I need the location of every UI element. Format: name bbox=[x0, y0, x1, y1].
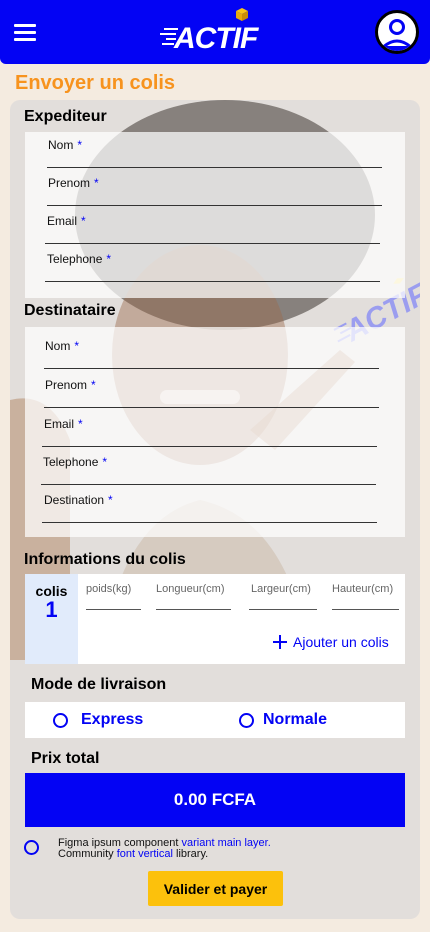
radio-unchecked-icon bbox=[239, 712, 254, 728]
destinataire-prenom-field[interactable]: Prenom * bbox=[45, 376, 96, 394]
total-price-display: 0.00 FCFA bbox=[25, 773, 405, 827]
expediteur-telephone-field[interactable]: Telephone * bbox=[47, 250, 111, 268]
field-label: Nom * bbox=[48, 138, 83, 152]
terms-link-2[interactable]: font vertical bbox=[117, 848, 173, 860]
expediteur-telephone-underline bbox=[45, 281, 380, 282]
field-label: Destination * bbox=[44, 493, 113, 507]
field-label: Prenom * bbox=[48, 176, 99, 190]
total-price-value: 0.00 FCFA bbox=[173, 790, 257, 809]
price-section-title: Prix total bbox=[31, 750, 100, 767]
longueur-field[interactable]: Longueur(cm) bbox=[156, 579, 224, 597]
destinataire-panel: Nom * Prenom * Email * Telephone * Destinati… bbox=[25, 327, 405, 537]
user-avatar-icon bbox=[382, 19, 412, 51]
expediteur-email-field[interactable]: Email * bbox=[47, 212, 86, 230]
terms-text: Figma ipsum component variant main layer… bbox=[58, 837, 271, 860]
colis-counter: colis 1 bbox=[25, 574, 78, 664]
delivery-section-title: Mode de livraison bbox=[31, 676, 167, 693]
hamburger-menu-icon[interactable] bbox=[14, 24, 36, 42]
expediteur-section-title: Expediteur bbox=[24, 108, 107, 125]
expediteur-nom-underline bbox=[47, 167, 382, 168]
plus-icon bbox=[273, 635, 287, 649]
delivery-option-normale[interactable]: Normale bbox=[239, 711, 327, 729]
app-header: ACTIF bbox=[0, 0, 430, 64]
expediteur-nom-field[interactable]: Nom * bbox=[48, 136, 82, 154]
destinataire-section-title: Destinataire bbox=[24, 302, 116, 319]
destinataire-telephone-field[interactable]: Telephone * bbox=[43, 453, 107, 471]
poids-field[interactable]: poids(kg) bbox=[86, 579, 131, 597]
colis-panel: colis 1 poids(kg) Longueur(cm) Largeur(c… bbox=[25, 574, 405, 664]
expediteur-prenom-underline bbox=[47, 205, 382, 206]
field-label: Prenom * bbox=[45, 378, 96, 392]
destinataire-email-underline bbox=[42, 446, 377, 447]
delivery-option-express[interactable]: Express bbox=[53, 711, 143, 729]
destinataire-telephone-underline bbox=[41, 484, 376, 485]
destinataire-nom-underline bbox=[44, 368, 379, 369]
destinataire-destination-underline bbox=[42, 522, 377, 523]
field-label: Email * bbox=[44, 417, 83, 431]
radio-unchecked-icon bbox=[53, 712, 68, 728]
expediteur-panel: Nom * Prenom * Email * Telephone * bbox=[25, 132, 405, 298]
delivery-mode-panel: Express Normale bbox=[25, 702, 405, 738]
hauteur-field[interactable]: Hauteur(cm) bbox=[332, 579, 393, 597]
terms-radio[interactable] bbox=[24, 840, 39, 855]
field-label: Telephone * bbox=[47, 252, 112, 266]
expediteur-prenom-field[interactable]: Prenom * bbox=[48, 174, 99, 192]
field-label: Email * bbox=[47, 214, 86, 228]
destinataire-prenom-underline bbox=[44, 407, 379, 408]
expediteur-email-underline bbox=[45, 243, 380, 244]
destinataire-destination-field[interactable]: Destination * bbox=[44, 491, 113, 509]
field-label: Nom * bbox=[45, 339, 80, 353]
field-label: Telephone * bbox=[43, 455, 108, 469]
destinataire-email-field[interactable]: Email * bbox=[44, 415, 83, 433]
largeur-field[interactable]: Largeur(cm) bbox=[251, 579, 311, 597]
shipment-form-card: ACTIF Expediteur Nom * Prenom * Email * Tel… bbox=[10, 100, 420, 919]
validate-and-pay-button[interactable]: Valider et payer bbox=[148, 871, 283, 906]
colis-counter-value: 1 bbox=[45, 597, 58, 622]
svg-text:ACTIF: ACTIF bbox=[173, 22, 259, 52]
destinataire-nom-field[interactable]: Nom * bbox=[45, 337, 79, 355]
colis-section-title: Informations du colis bbox=[24, 551, 186, 568]
add-colis-button[interactable]: Ajouter un colis bbox=[273, 634, 389, 650]
actif-logo: ACTIF bbox=[160, 8, 260, 52]
profile-avatar-button[interactable] bbox=[375, 10, 419, 54]
page-title: Envoyer un colis bbox=[15, 72, 176, 94]
